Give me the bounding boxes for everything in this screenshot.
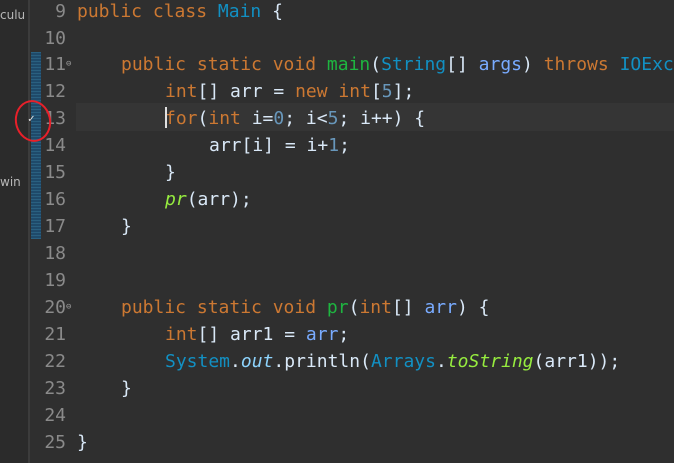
code-line-16: pr(arr); [165,186,252,213]
code-line-12: int[] arr = new int[5]; [165,78,414,105]
keyword: public static void [121,297,327,318]
debug-range-marker [31,52,41,239]
keyword: throws [543,54,620,75]
line-number[interactable]: 11 [42,51,66,78]
code-editor[interactable]: public class Main { public static void m… [77,0,674,463]
static-method: toString [446,351,534,372]
code-line-13: for(int i=0; i<5; i++) { [165,105,425,132]
primitive-type: int [338,81,371,102]
parameter: arr [424,297,457,318]
static-field: out [240,351,274,372]
code-text: ( [348,297,360,318]
code-text: ; [339,135,350,156]
code-text: arr[i] = i+ [209,135,329,156]
class-name: System [165,351,231,372]
line-number[interactable]: 19 [42,267,66,294]
code-text: . [435,351,447,372]
code-text: [] [446,54,479,75]
code-text: [] arr = [197,81,296,102]
number-literal: 0 [273,108,285,129]
code-text: [ [370,81,382,102]
primitive-type: int [208,108,241,129]
keyword: for [165,108,198,129]
line-number[interactable]: 18 [42,240,66,267]
code-line-20: public static void pr(int[] arr) { [121,294,490,321]
parameter: args [478,54,523,75]
code-line-21: int[] arr1 = arr; [165,321,349,348]
code-text: ; i++) { [338,108,426,129]
code-text: { [261,1,283,22]
fold-minus-icon[interactable]: ⊖ [66,51,71,78]
line-number[interactable]: 9 [42,0,66,25]
code-text: ( [197,108,209,129]
primitive-type: int [359,297,392,318]
text-cursor [165,107,167,128]
line-number[interactable]: 21 [42,321,66,348]
code-text: ( [370,54,382,75]
parameter: arr [305,324,339,345]
code-line-11: public static void main(String[] args) t… [121,51,674,78]
line-number[interactable]: 25 [42,429,66,456]
keyword: public class [77,1,218,22]
code-line-17: } [121,216,132,237]
number-literal: 1 [328,135,340,156]
method-name: main [326,54,371,75]
method-call: pr [165,189,187,210]
primitive-type: int [165,324,198,345]
code-line-15: } [165,162,176,183]
code-text: . [230,351,241,372]
type-name: IOException [619,54,674,75]
code-line-22: System.out.println(Arrays.toString(arr1)… [165,348,620,375]
line-number[interactable]: 17 [42,213,66,240]
type-name: String [381,54,447,75]
code-text: [] [391,297,425,318]
line-number[interactable]: 10 [42,25,66,52]
code-text: ; i< [284,108,328,129]
code-text: (arr); [186,189,252,210]
code-line-25: } [77,432,88,453]
left-side-panel: culu win [0,0,28,463]
code-text: ) { [456,297,490,318]
code-text: ) [522,54,544,75]
code-line-9: public class Main { [77,0,283,25]
keyword: new [295,81,339,102]
method-name: pr [326,297,349,318]
class-name: Main [217,1,262,22]
line-number[interactable]: 20 [42,294,66,321]
panel-text-fragment-2: win [0,175,21,189]
line-number[interactable]: 23 [42,375,66,402]
line-number[interactable]: 24 [42,402,66,429]
line-number[interactable]: 12 [42,78,66,105]
keyword: public static void [121,54,327,75]
line-number[interactable]: 15 [42,159,66,186]
code-text: ; [338,324,350,345]
class-name: Arrays [370,351,436,372]
code-line-14: arr[i] = i+1; [209,132,350,159]
code-text: .println( [273,351,371,372]
line-number[interactable]: 16 [42,186,66,213]
line-number[interactable]: 22 [42,348,66,375]
number-literal: 5 [381,81,393,102]
code-line-23: } [121,378,132,399]
number-literal: 5 [327,108,339,129]
code-text: (arr1)); [533,351,621,372]
primitive-type: int [165,81,198,102]
code-text: ]; [392,81,415,102]
fold-minus-icon[interactable]: ⊖ [66,294,71,321]
panel-text-fragment-1: culu [0,8,26,22]
code-text: [] arr1 = [197,324,306,345]
code-text: i= [240,108,274,129]
